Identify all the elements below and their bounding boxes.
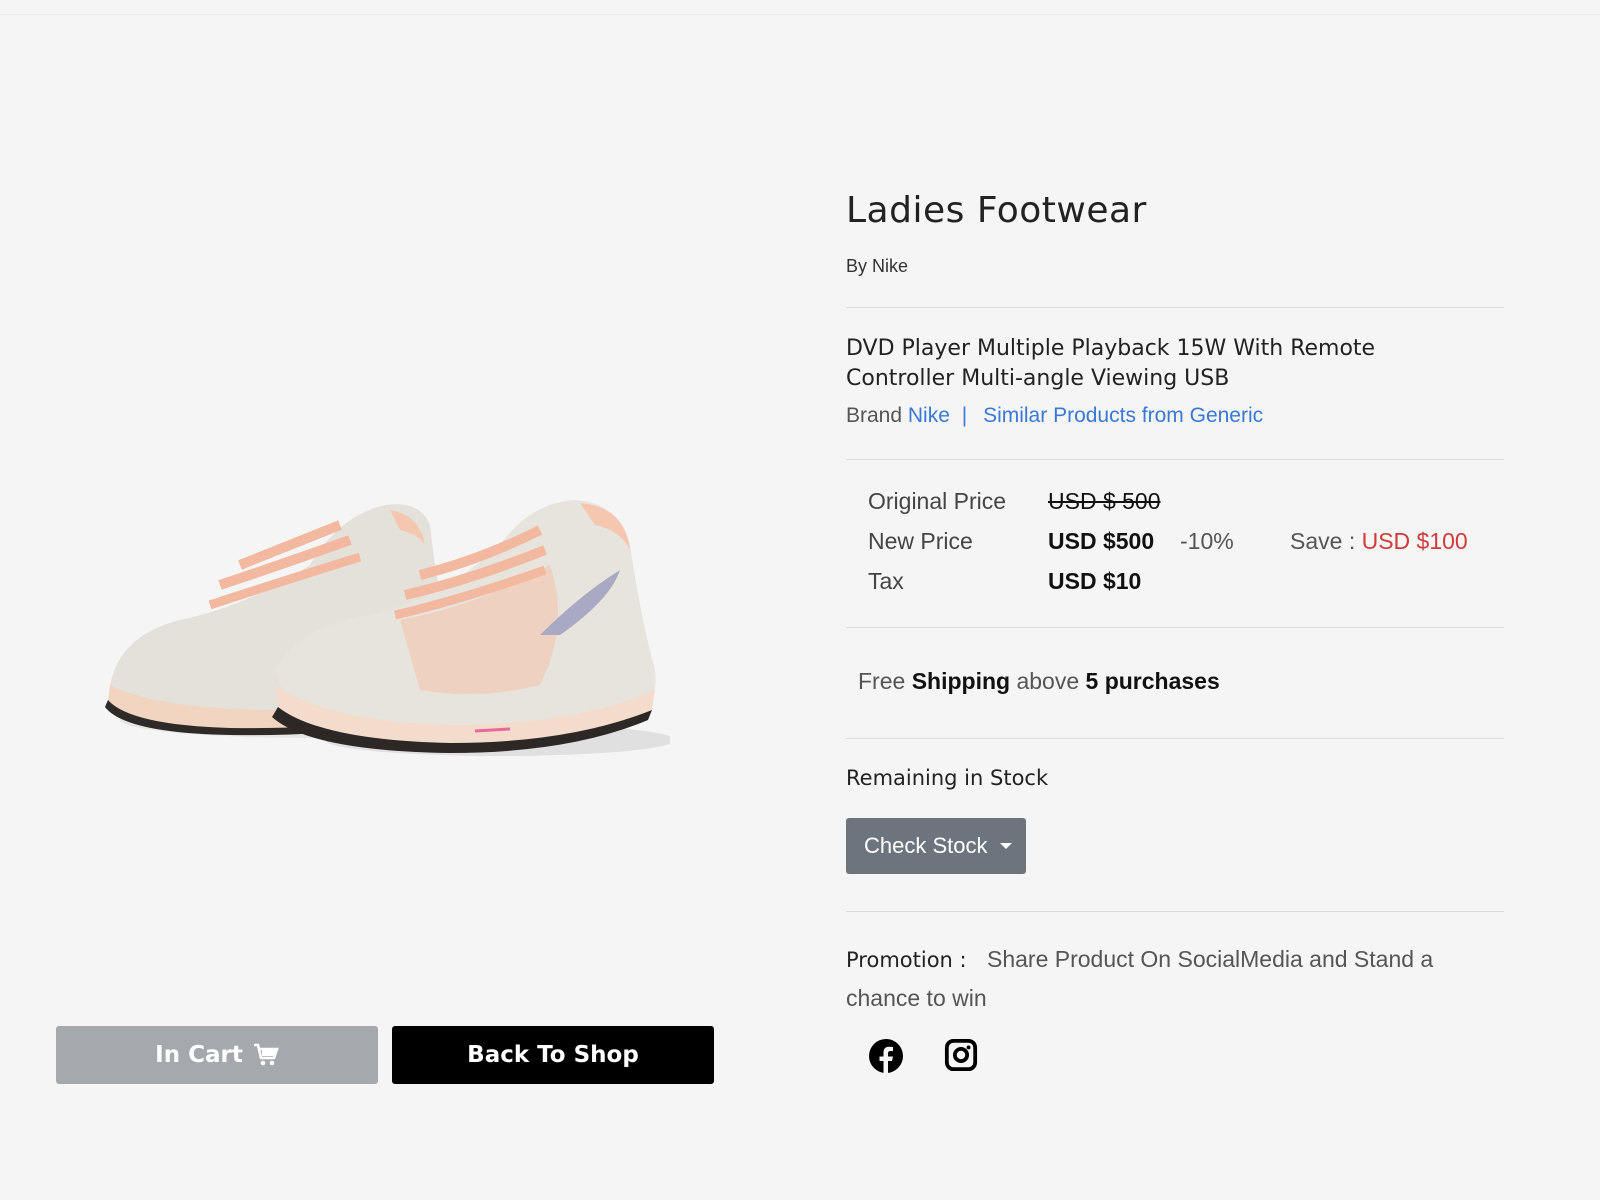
promotion: Promotion : Share Product On SocialMedia… (846, 940, 1508, 1017)
shipping-text-above: above (1016, 668, 1080, 694)
similar-products-link[interactable]: Similar Products from Generic (983, 404, 1263, 427)
save-value: USD $100 (1361, 528, 1468, 554)
tax-value: USD $10 (1048, 568, 1142, 594)
brand-separator: | (961, 404, 968, 427)
back-to-shop-button[interactable]: Back To Shop (392, 1026, 714, 1084)
new-price-label: New Price (868, 528, 973, 554)
product-description: DVD Player Multiple Playback 15W With Re… (846, 336, 1376, 391)
save-label: Save : (1290, 528, 1356, 554)
check-stock-dropdown[interactable]: Check Stock (846, 818, 1026, 874)
cart-icon (253, 1043, 279, 1067)
discount-badge: -10% (1180, 528, 1234, 554)
instagram-icon[interactable] (944, 1038, 980, 1074)
product-byline: By Nike (846, 256, 909, 276)
original-price-label: Original Price (868, 488, 1007, 514)
original-price-value: USD $ 500 (1048, 488, 1161, 514)
divider (846, 911, 1504, 912)
social-share (868, 1038, 980, 1074)
brand-prefix: Brand (846, 404, 903, 427)
top-divider (0, 14, 1600, 15)
brand-line: Brand Nike | Similar Products from Gener… (846, 404, 1263, 428)
facebook-icon[interactable] (868, 1038, 904, 1074)
shipping-text-purchases: 5 purchases (1085, 668, 1220, 694)
divider (846, 459, 1504, 460)
stock-label: Remaining in Stock (846, 766, 1049, 790)
check-stock-label: Check Stock (864, 833, 988, 858)
new-price-value: USD $500 (1048, 528, 1155, 554)
in-cart-button[interactable]: In Cart (56, 1026, 378, 1084)
shipping-text-free: Free (858, 668, 906, 694)
product-title: Ladies Footwear (846, 190, 1147, 231)
caret-down-icon (999, 843, 1012, 849)
brand-link[interactable]: Nike (908, 404, 950, 427)
promotion-label: Promotion : (846, 948, 967, 972)
divider (846, 627, 1504, 628)
divider (846, 738, 1504, 739)
in-cart-label: In Cart (155, 1042, 243, 1068)
divider (846, 307, 1504, 308)
save-amount: Save : USD $100 (1290, 528, 1468, 555)
tax-label: Tax (868, 568, 904, 594)
product-image (100, 485, 675, 775)
shipping-info: Free Shipping above 5 purchases (858, 668, 1220, 695)
shipping-text-shipping: Shipping (911, 668, 1011, 694)
